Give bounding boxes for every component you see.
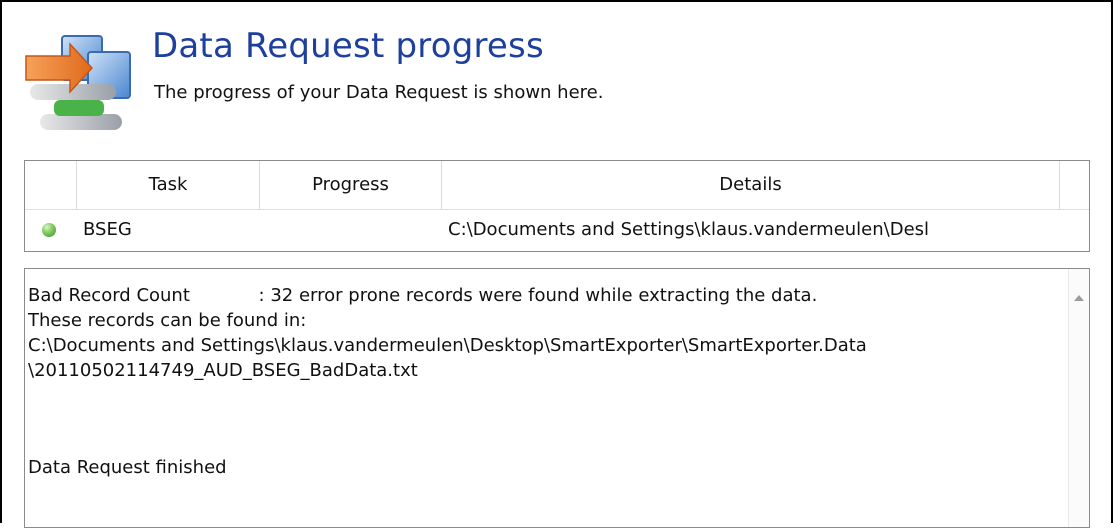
task-progress	[265, 210, 435, 250]
log-line: Bad Record Count : 32 error prone record…	[28, 285, 818, 306]
log-line: \20110502114749_AUD_BSEG_BadData.txt	[28, 360, 418, 381]
column-header-task[interactable]: Task	[77, 161, 260, 209]
column-header-status[interactable]	[25, 161, 77, 209]
network-transfer-icon	[25, 35, 131, 130]
log-output[interactable]: Bad Record Count : 32 error prone record…	[24, 268, 1090, 528]
column-header-filler	[1060, 161, 1089, 209]
page-subtitle: The progress of your Data Request is sho…	[154, 82, 604, 103]
task-row[interactable]: BSEG C:\Documents and Settings\klaus.van…	[25, 210, 1089, 250]
log-final-line: Data Request finished	[28, 457, 227, 478]
log-spacer	[28, 383, 1048, 455]
column-header-details[interactable]: Details	[442, 161, 1060, 209]
column-header-progress[interactable]: Progress	[260, 161, 442, 209]
task-name: BSEG	[83, 219, 132, 240]
log-line: C:\Documents and Settings\klaus.vanderme…	[28, 335, 867, 356]
vertical-scrollbar[interactable]	[1068, 269, 1089, 527]
log-text: Bad Record Count : 32 error prone record…	[28, 283, 1048, 480]
log-line: These records can be found in:	[28, 310, 307, 331]
task-list: Task Progress Details BSEG C:\Documents …	[24, 160, 1090, 252]
status-ok-icon	[42, 223, 56, 237]
task-details: C:\Documents and Settings\klaus.vanderme…	[448, 219, 930, 240]
page-title: Data Request progress	[152, 26, 544, 66]
scroll-up-icon[interactable]	[1074, 295, 1084, 301]
wizard-header: Data Request progress The progress of yo…	[18, 14, 1098, 144]
